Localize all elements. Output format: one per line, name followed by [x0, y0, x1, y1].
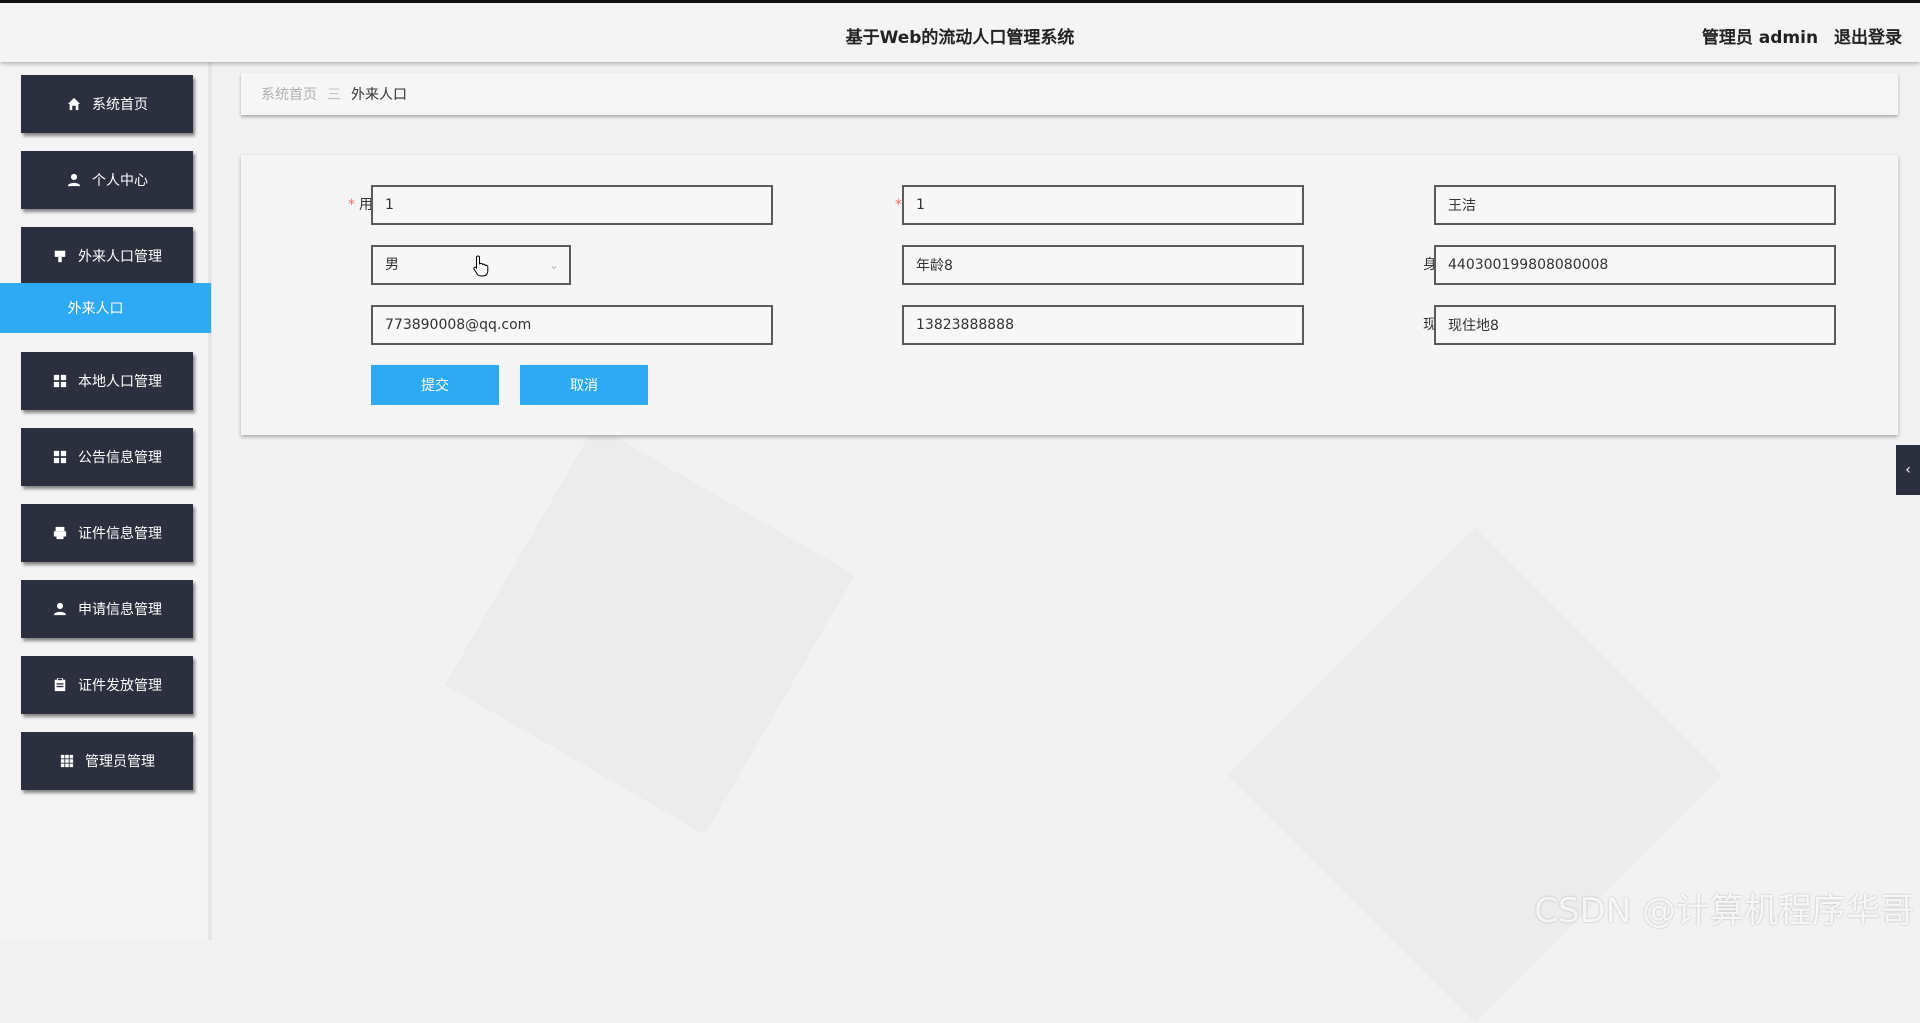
required-marker: *: [348, 197, 355, 213]
hand-cursor-icon: [473, 255, 489, 291]
email-input[interactable]: [371, 305, 773, 345]
sidebar-item-home[interactable]: 系统首页: [21, 75, 193, 133]
sidebar-item-application-management[interactable]: 申请信息管理: [21, 580, 193, 638]
sidebar-item-notice-management[interactable]: 公告信息管理: [21, 428, 193, 486]
sidebar-item-label: 外来人口管理: [78, 246, 162, 266]
logout-link[interactable]: 退出登录: [1834, 28, 1902, 48]
breadcrumb-home[interactable]: 系统首页: [261, 84, 317, 104]
sidebar-item-local-management[interactable]: 本地人口管理: [21, 352, 193, 410]
username-input[interactable]: [371, 185, 773, 225]
table-icon: [59, 753, 75, 769]
sidebar-item-label: 公告信息管理: [78, 447, 162, 467]
sidebar-item-label: 证件信息管理: [78, 523, 162, 543]
sidebar-item-admin-management[interactable]: 管理员管理: [21, 732, 193, 790]
user-icon: [66, 172, 82, 188]
address-input[interactable]: [1434, 305, 1836, 345]
chevron-left-icon: ‹: [1905, 462, 1911, 478]
form-panel: *用户名 *密码 姓名 性别 男 ⌄ 年龄 身份证 邮箱 手机 现住地 提交 取…: [241, 155, 1898, 435]
user-label: 管理员 admin: [1702, 28, 1818, 48]
app-title: 基于Web的流动人口管理系统: [0, 23, 1920, 48]
sidebar-item-certificate-management[interactable]: 证件信息管理: [21, 504, 193, 562]
cancel-button[interactable]: 取消: [520, 365, 648, 405]
sidebar-item-label: 个人中心: [92, 170, 148, 190]
age-input[interactable]: [902, 245, 1304, 285]
print-icon: [52, 525, 68, 541]
collapse-panel-tab[interactable]: ‹: [1896, 445, 1920, 495]
background-decoration: [1228, 528, 1723, 1023]
grid-icon: [52, 449, 68, 465]
password-input[interactable]: [902, 185, 1304, 225]
name-input[interactable]: [1434, 185, 1836, 225]
id-card-input[interactable]: [1434, 245, 1836, 285]
sidebar-item-label: 申请信息管理: [78, 599, 162, 619]
background-decoration: [445, 425, 855, 835]
home-icon: [66, 96, 82, 112]
phone-input[interactable]: [902, 305, 1304, 345]
sidebar-item-label: 管理员管理: [85, 751, 155, 771]
required-marker: *: [895, 197, 902, 213]
gender-selected-value: 男: [385, 257, 399, 273]
submit-button[interactable]: 提交: [371, 365, 499, 405]
breadcrumb: 系统首页 三 外来人口: [241, 73, 1898, 115]
user-area: 管理员 admin 退出登录: [1692, 23, 1902, 48]
user-icon: [52, 601, 68, 617]
sidebar-item-personal-center[interactable]: 个人中心: [21, 151, 193, 209]
top-bar: 基于Web的流动人口管理系统 管理员 admin 退出登录: [0, 0, 1920, 62]
clipboard-icon: [52, 677, 68, 693]
chevron-down-icon: ⌄: [549, 247, 559, 283]
flag-icon: [52, 248, 68, 264]
sidebar-item-migrant-management[interactable]: 外来人口管理: [21, 227, 193, 285]
sidebar-subitem-migrant[interactable]: 外来人口: [0, 283, 211, 333]
breadcrumb-current: 外来人口: [351, 84, 407, 104]
sidebar-item-label: 本地人口管理: [78, 371, 162, 391]
grid-icon: [52, 373, 68, 389]
breadcrumb-separator: 三: [327, 84, 341, 104]
sidebar: 系统首页 个人中心 外来人口管理 外来人口 本地人口管理 公告信息管理 证件信息…: [0, 62, 212, 940]
watermark: CSDN @计算机程序华哥: [1534, 883, 1914, 932]
sidebar-item-label: 系统首页: [92, 94, 148, 114]
gender-select[interactable]: 男 ⌄: [371, 245, 571, 285]
sidebar-item-label: 证件发放管理: [78, 675, 162, 695]
sidebar-item-issuance-management[interactable]: 证件发放管理: [21, 656, 193, 714]
